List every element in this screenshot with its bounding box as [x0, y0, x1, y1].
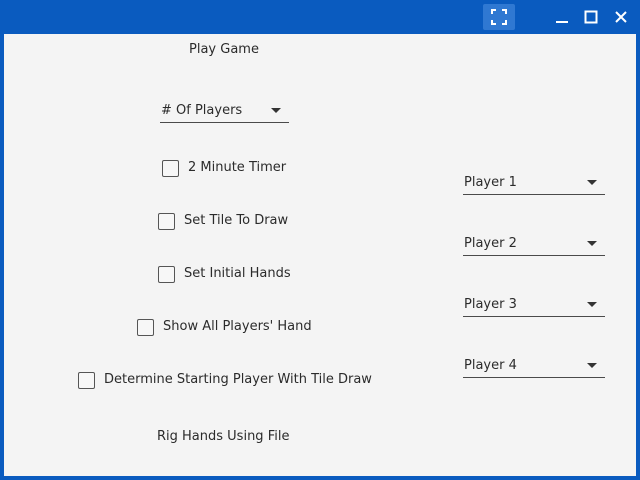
number-of-players-label: # Of Players [161, 102, 243, 118]
player-1-label: Player 1 [464, 174, 517, 190]
main-panel: Play Game # Of Players 2 Minute Timer Se… [4, 34, 636, 476]
chevron-down-icon [587, 363, 597, 368]
set-initial-hands-label: Set Initial Hands [184, 266, 291, 281]
chevron-down-icon [587, 241, 597, 246]
set-tile-to-draw-label: Set Tile To Draw [184, 213, 289, 228]
chevron-down-icon [587, 180, 597, 185]
fullscreen-icon [491, 9, 507, 25]
show-all-players-hand-label: Show All Players' Hand [163, 319, 312, 334]
set-tile-to-draw-checkbox[interactable] [158, 212, 175, 230]
two-minute-timer-label: 2 Minute Timer [188, 160, 287, 175]
player-3-label: Player 3 [464, 296, 517, 312]
rig-hands-button[interactable]: Rig Hands Using File [157, 428, 289, 446]
determine-starting-player-checkbox[interactable] [78, 371, 95, 389]
option-two-minute-timer[interactable]: 2 Minute Timer [162, 158, 286, 178]
close-button[interactable] [605, 4, 637, 30]
show-all-players-hand-checkbox[interactable] [137, 318, 154, 336]
chevron-down-icon [587, 302, 597, 307]
minimize-icon [556, 21, 568, 23]
player-3-select[interactable]: Player 3 [463, 293, 605, 317]
chevron-down-icon [271, 108, 281, 113]
option-determine-starting-player[interactable]: Determine Starting Player With Tile Draw [78, 370, 372, 390]
option-set-tile-to-draw[interactable]: Set Tile To Draw [158, 211, 288, 231]
two-minute-timer-checkbox[interactable] [162, 159, 179, 177]
player-4-label: Player 4 [464, 357, 517, 373]
minimize-button[interactable] [546, 4, 578, 30]
determine-starting-player-label: Determine Starting Player With Tile Draw [104, 372, 372, 387]
player-4-select[interactable]: Player 4 [463, 354, 605, 378]
option-show-all-players-hand[interactable]: Show All Players' Hand [137, 317, 312, 337]
player-2-label: Player 2 [464, 235, 517, 251]
option-set-initial-hands[interactable]: Set Initial Hands [158, 264, 291, 284]
maximize-button[interactable] [575, 4, 607, 30]
number-of-players-select[interactable]: # Of Players [160, 99, 289, 123]
close-icon [615, 11, 627, 23]
window-titlebar [0, 0, 640, 34]
maximize-icon [584, 10, 598, 24]
player-2-select[interactable]: Player 2 [463, 232, 605, 256]
play-game-button[interactable]: Play Game [189, 41, 259, 59]
player-1-select[interactable]: Player 1 [463, 171, 605, 195]
set-initial-hands-checkbox[interactable] [158, 265, 175, 283]
fullscreen-button[interactable] [483, 4, 515, 30]
